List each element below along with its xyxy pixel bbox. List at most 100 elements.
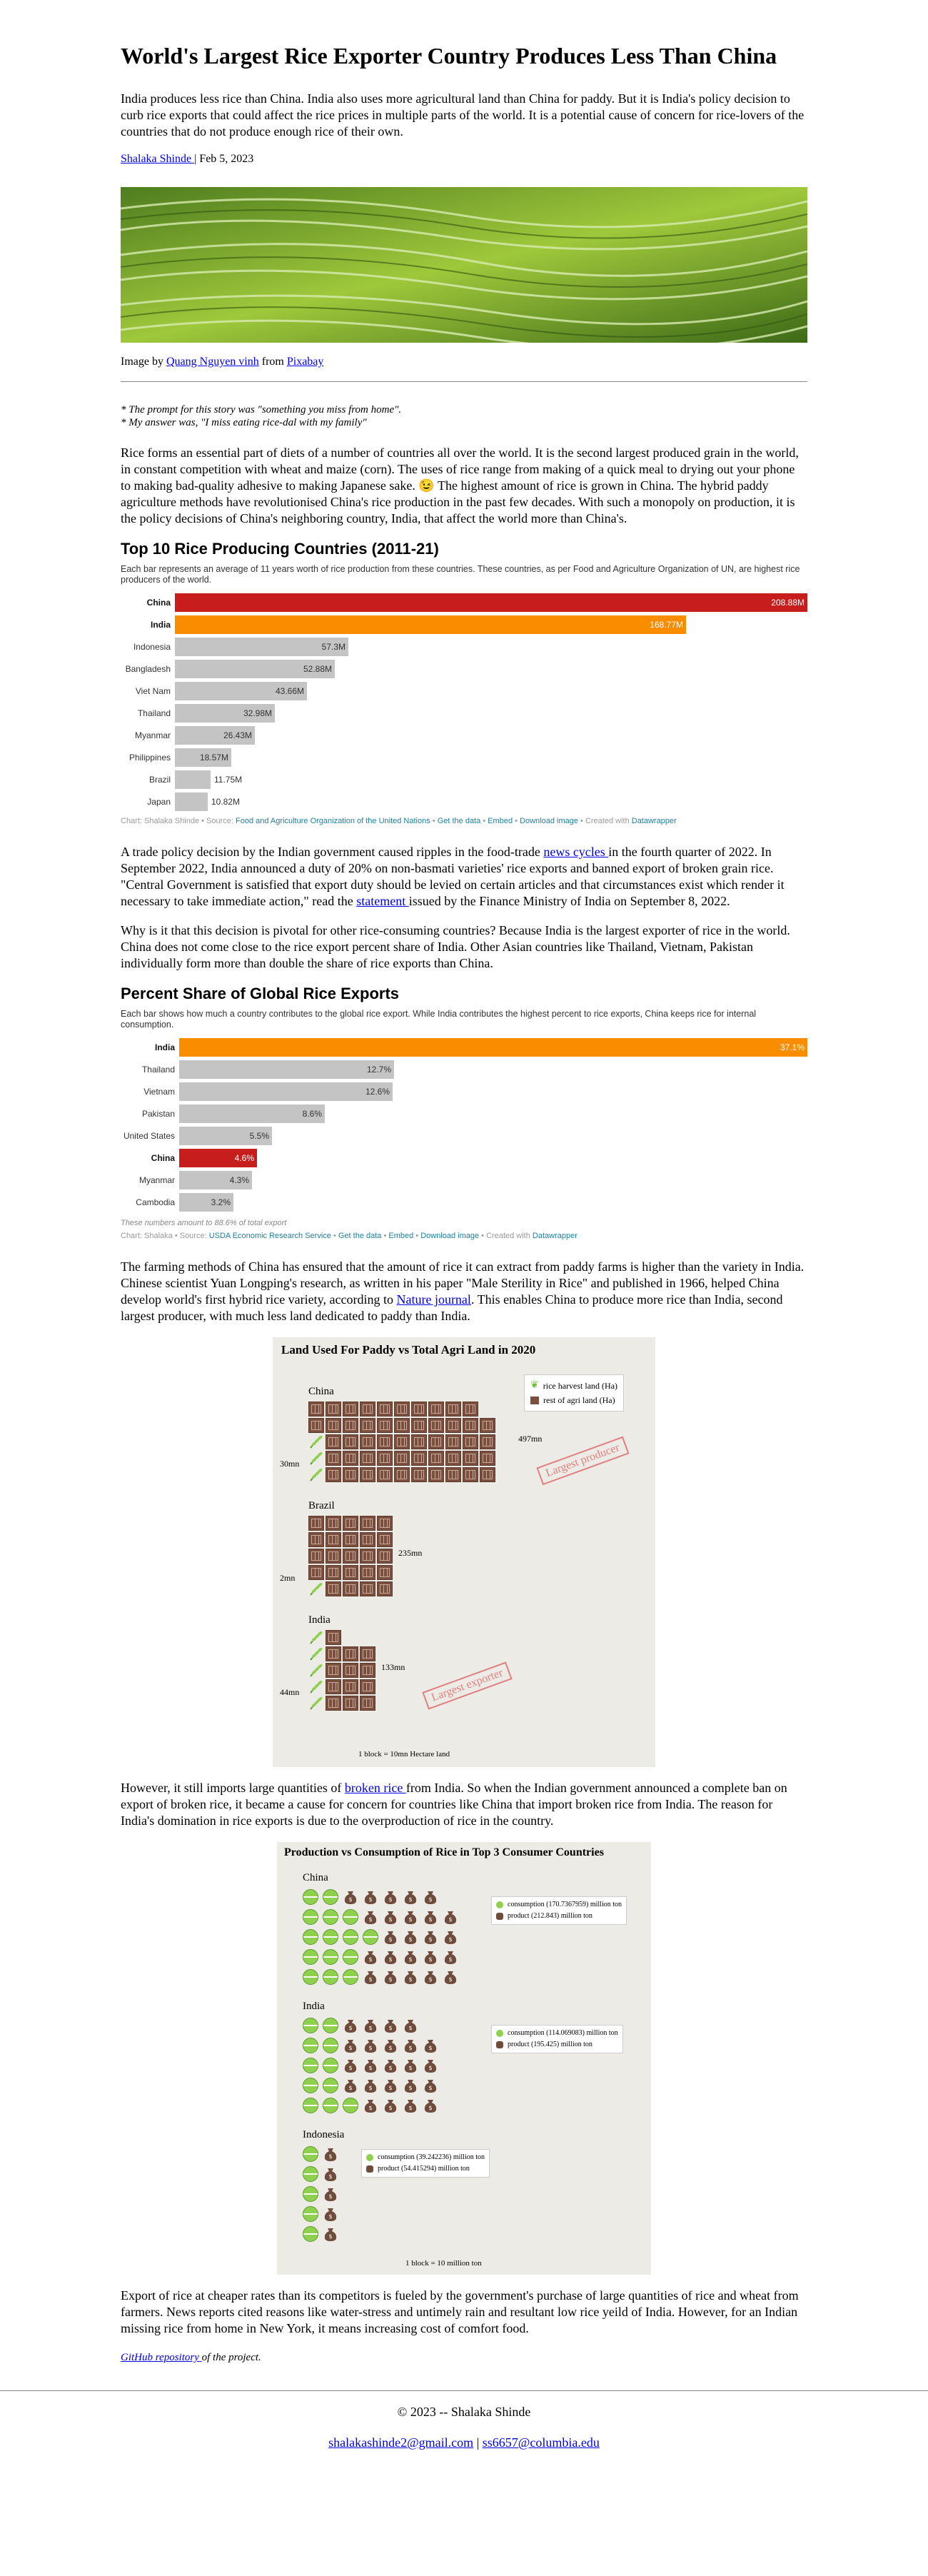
field-block-icon [360, 1434, 375, 1449]
github-link[interactable]: GitHub repository [121, 2352, 202, 2363]
bar-label: India [154, 1042, 175, 1052]
legend-consumption: consumption (39.242236) million ton [366, 2152, 485, 2163]
download-image-link[interactable]: Download image [520, 817, 578, 825]
rice-sack-icon: $ [383, 2078, 398, 2093]
rice-sack-icon: $ [403, 1929, 418, 1945]
field-block-icon [445, 1451, 461, 1466]
legend-production: product (195.425) million ton [496, 2039, 618, 2051]
email-link-2[interactable]: ss6657@columbia.edu [483, 2435, 600, 2450]
country-name: India [303, 2001, 325, 2012]
land-legend: ❦ rice harvest land (Ha) rest of agri lan… [524, 1374, 625, 1412]
bar-track: 4.3% [179, 1170, 807, 1189]
field-block-icon [343, 1418, 358, 1433]
total-land-label: 235mn [398, 1548, 423, 1558]
svg-text:$: $ [408, 1956, 412, 1963]
svg-text:$: $ [408, 2045, 412, 2051]
paragraph-5: However, it still imports large quantiti… [121, 1780, 807, 1829]
embed-link[interactable]: Embed [388, 1232, 413, 1240]
datawrapper-link[interactable]: Datawrapper [632, 817, 677, 825]
field-block-icon [377, 1565, 393, 1580]
country-name: India [308, 1614, 331, 1626]
bar-label: Thailand [137, 708, 171, 718]
field-block-icon [377, 1418, 393, 1433]
field-block-icon [480, 1418, 495, 1433]
email-link-1[interactable]: shalakashinde2@gmail.com [328, 2435, 473, 2450]
country-name: China [303, 1872, 328, 1883]
prompt-note: * The prompt for this story was "somethi… [121, 403, 807, 429]
author-link[interactable]: Shalaka Shinde [121, 153, 194, 165]
news-cycles-link[interactable]: news cycles [543, 845, 608, 859]
bar-label: Pakistan [141, 1108, 175, 1119]
get-data-link[interactable]: Get the data [438, 817, 481, 825]
bar-label: Vietnam [143, 1086, 175, 1097]
field-block-icon [411, 1467, 427, 1482]
legend-rest: rest of agri land (Ha) [530, 1393, 617, 1407]
source-link[interactable]: USDA Economic Research Service [209, 1232, 331, 1240]
rice-sack-icon: $ [323, 2206, 338, 2222]
svg-text:$: $ [408, 1976, 412, 1983]
statement-link[interactable]: statement [356, 894, 408, 908]
rice-sack-icon: $ [363, 1949, 378, 1965]
bar[interactable] [175, 792, 208, 811]
bar-row: Myanmar 4.3% [121, 1169, 807, 1191]
datawrapper-link[interactable]: Datawrapper [533, 1232, 578, 1240]
svg-text:$: $ [388, 2025, 392, 2031]
chart-description: Each bar represents an average of 11 yea… [121, 564, 800, 585]
bar-value-label: 168.77M [650, 619, 683, 630]
rice-bowl-icon [363, 1929, 378, 1945]
bar-label: Japan [147, 796, 171, 807]
paragraph-3: Why is it that this decision is pivotal … [121, 923, 790, 970]
bar-track: 10.82M [175, 792, 807, 811]
bar-track: 32.98M [175, 703, 807, 723]
consumption-legend: consumption (170.7367959) million ton pro… [491, 1896, 627, 1925]
bar-value-label: 208.88M [771, 597, 805, 608]
rice-bowl-icon [303, 2146, 318, 2162]
empty-cell [423, 2018, 438, 2033]
svg-text:$: $ [388, 2105, 392, 2111]
field-block-icon [377, 1581, 393, 1596]
rice-sack-icon: $ [443, 1929, 458, 1945]
field-block-icon [377, 1532, 393, 1547]
svg-text:$: $ [408, 1936, 412, 1943]
bar-track: 168.77M [175, 615, 807, 634]
embed-link[interactable]: Embed [488, 817, 513, 825]
rice-sack-icon: $ [383, 2018, 398, 2033]
svg-text:$: $ [348, 1896, 352, 1903]
field-block-icon [428, 1434, 444, 1449]
field-block-icon [377, 1516, 393, 1531]
rice-bowl-icon [303, 1889, 318, 1905]
svg-text:$: $ [348, 2085, 352, 2091]
photographer-link[interactable]: Quang Nguyen vinh [166, 356, 259, 368]
nature-journal-link[interactable]: Nature journal [396, 1292, 470, 1307]
source-link[interactable]: Food and Agriculture Organization of the… [236, 817, 430, 825]
bar[interactable] [175, 770, 211, 789]
country-name: China [308, 1386, 334, 1397]
broken-rice-link[interactable]: broken rice [345, 1781, 406, 1795]
field-block-icon [343, 1451, 358, 1466]
field-block-icon [411, 1434, 427, 1449]
export-share-chart: Percent Share of Global Rice Exports Eac… [121, 985, 807, 1240]
download-image-link[interactable]: Download image [420, 1232, 479, 1240]
paragraph-text: However, it still imports large quantiti… [121, 1781, 345, 1795]
field-block-icon [445, 1402, 461, 1417]
rice-bowl-icon [323, 1929, 338, 1945]
legend-label: product (212.843) million ton [508, 1912, 592, 1920]
legend-consumption: consumption (170.7367959) million ton [496, 1899, 622, 1911]
svg-text:$: $ [388, 1896, 392, 1903]
caption-prefix: Image by [121, 356, 166, 368]
article-intro: India produces less rice than China. Ind… [121, 91, 805, 139]
field-block-icon [480, 1434, 495, 1449]
svg-text:$: $ [328, 2173, 332, 2180]
rice-bowl-icon [303, 1929, 318, 1945]
rice-sack-icon: $ [363, 2018, 378, 2033]
rice-sack-icon: $ [403, 2018, 418, 2033]
svg-text:$: $ [428, 1896, 432, 1903]
field-block-icon [445, 1467, 461, 1482]
rice-bowl-icon [303, 2186, 318, 2202]
rice-bowl-icon [343, 1949, 358, 1965]
pixabay-link[interactable]: Pixabay [287, 356, 324, 368]
bar-value-label: 4.3% [229, 1174, 249, 1185]
rice-sack-icon: $ [343, 1889, 358, 1905]
get-data-link[interactable]: Get the data [338, 1232, 382, 1240]
svg-text:$: $ [388, 1976, 392, 1983]
